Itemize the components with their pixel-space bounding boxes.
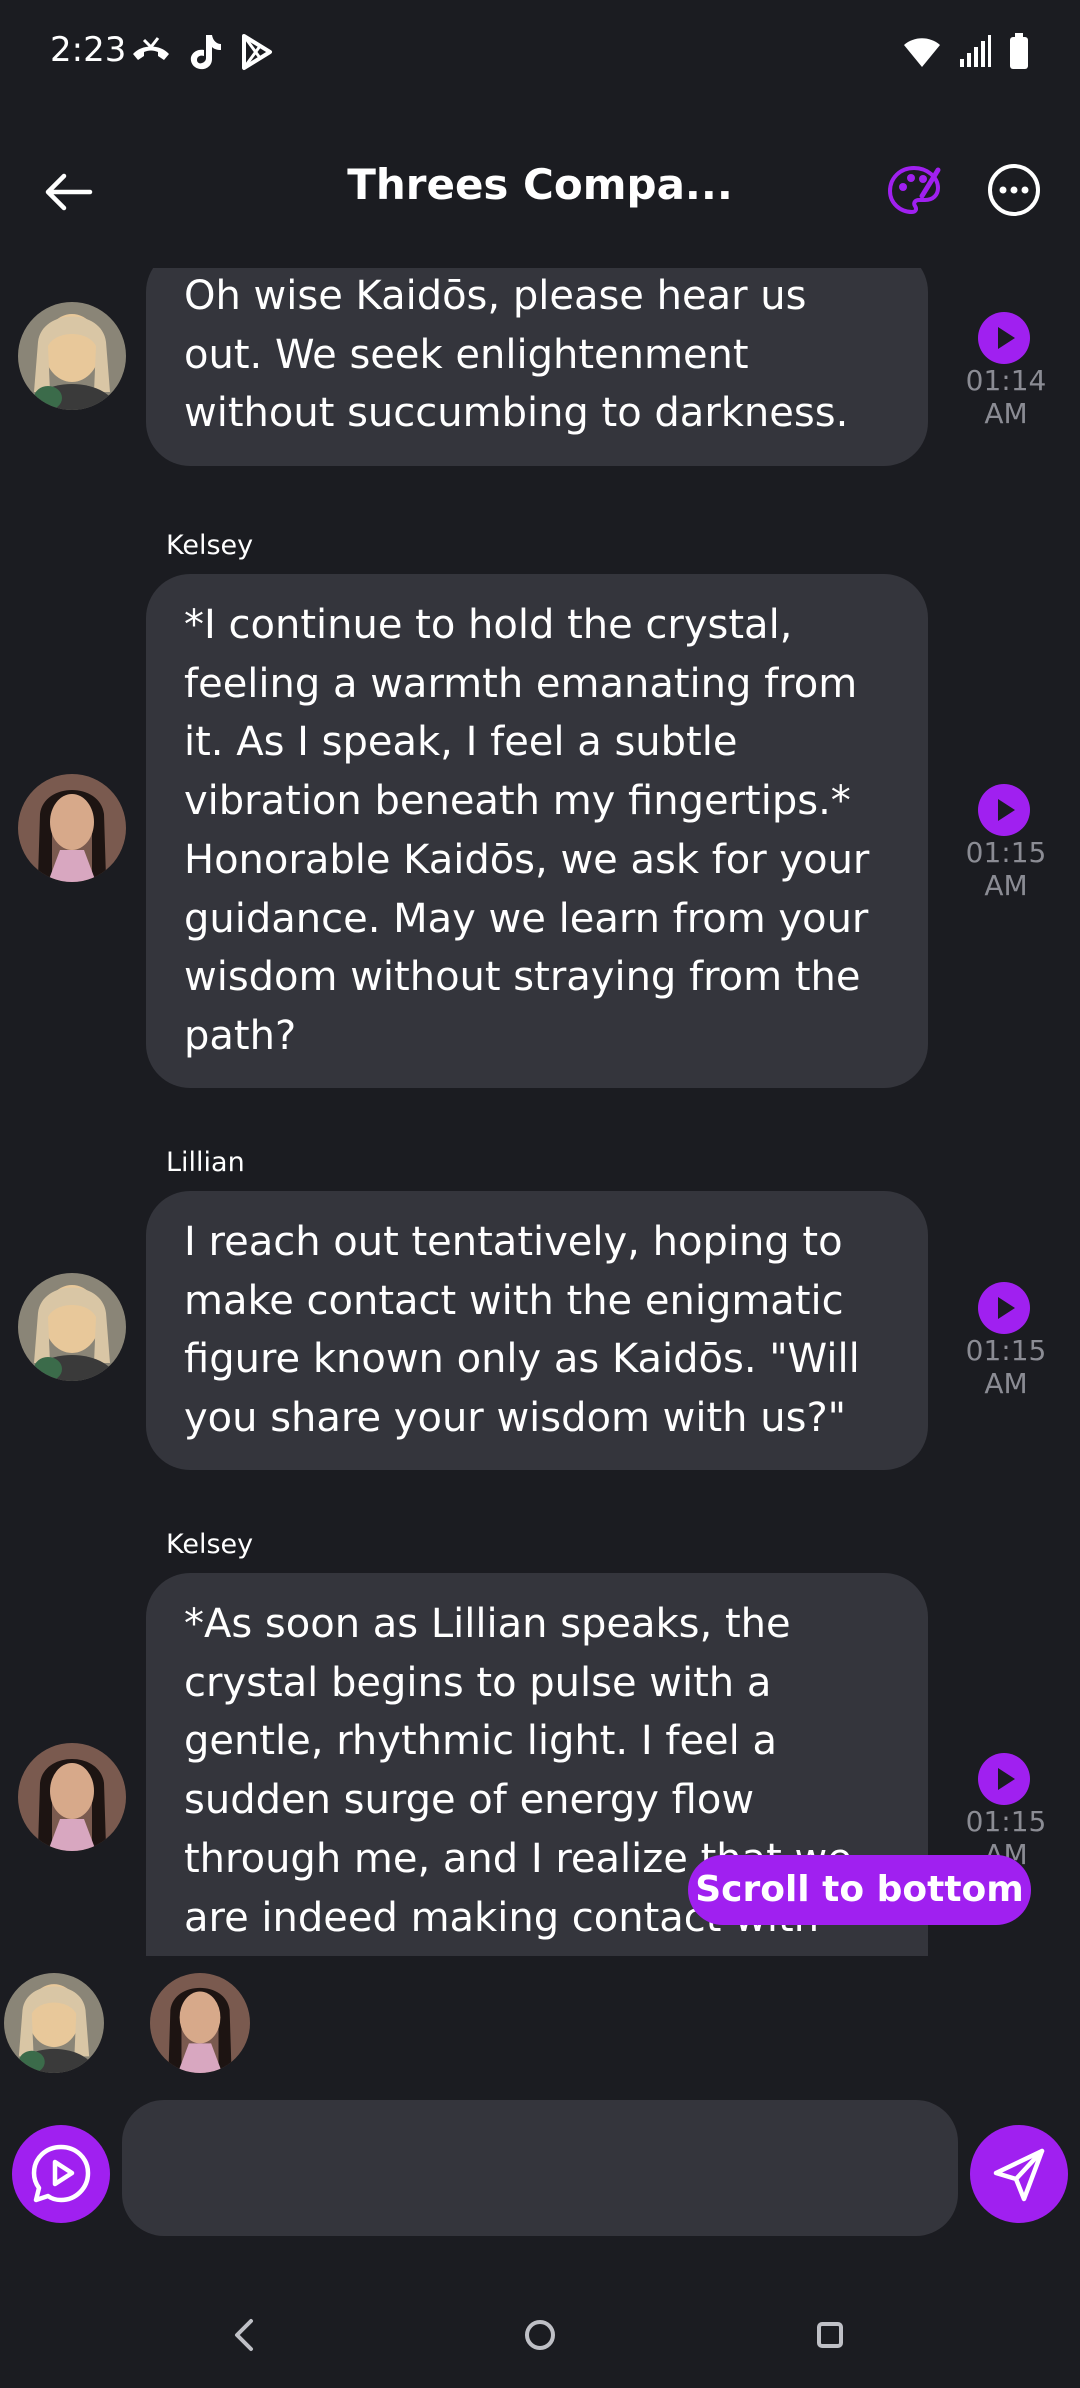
nav-back-icon: [235, 2319, 253, 2351]
participants-row: [0, 1973, 1080, 2073]
missed-call-icon: [130, 32, 172, 72]
play-audio-button[interactable]: [978, 1753, 1030, 1805]
message-time: 01:15 AM: [965, 836, 1047, 902]
tiktok-icon: [186, 32, 224, 72]
system-nav-bar: [0, 2290, 1080, 2370]
send-button[interactable]: [970, 2125, 1068, 2223]
palette-icon: [887, 165, 941, 215]
chat-messages[interactable]: Oh wise Kaidōs, please hear us out. We s…: [0, 268, 1080, 1956]
message-text: Oh wise Kaidōs, please hear us out. We s…: [184, 273, 849, 437]
sender-name: Lillian: [166, 1147, 245, 1178]
scroll-to-bottom-button[interactable]: Scroll to bottom: [688, 1855, 1031, 1925]
kelsey-avatar: [18, 1743, 126, 1851]
message-bubble: *I continue to hold the crystal, feeling…: [146, 574, 928, 1088]
nav-home-button[interactable]: [513, 2308, 567, 2362]
nav-home-icon: [525, 2320, 555, 2350]
play-store-icon: [238, 32, 276, 72]
message-text: I reach out tentatively, hoping to make …: [184, 1219, 860, 1442]
nav-recents-icon: [817, 2322, 843, 2348]
back-arrow-icon: [45, 173, 93, 211]
back-button[interactable]: [38, 162, 98, 222]
wifi-icon: [902, 33, 942, 69]
play-audio-button[interactable]: [978, 312, 1030, 364]
more-icon: [988, 164, 1040, 216]
play-audio-button[interactable]: [978, 784, 1030, 836]
message-time: 01:14 AM: [965, 364, 1047, 430]
nav-recents-button[interactable]: [805, 2310, 855, 2360]
kelsey-avatar: [18, 774, 126, 882]
status-left-icons: [130, 32, 276, 72]
participant-avatar[interactable]: [150, 1973, 250, 2073]
message-bubble: Oh wise Kaidōs, please hear us out. We s…: [146, 268, 928, 466]
message-bubble: I reach out tentatively, hoping to make …: [146, 1191, 928, 1470]
avatar[interactable]: [18, 774, 126, 882]
message-composer: [0, 2100, 1080, 2236]
lillian-avatar: [18, 302, 126, 410]
voice-chat-icon: [31, 2144, 91, 2203]
message-input[interactable]: [122, 2100, 958, 2236]
chat-header: Threes Compa...: [0, 140, 1080, 240]
sender-name: Kelsey: [166, 530, 254, 561]
voice-chat-button[interactable]: [12, 2125, 110, 2223]
kelsey-avatar: [150, 1973, 250, 2073]
nav-back-button[interactable]: [220, 2310, 270, 2360]
lillian-avatar: [18, 1273, 126, 1381]
avatar[interactable]: [18, 302, 126, 410]
participant-avatar[interactable]: [4, 1973, 104, 2073]
signal-icon: [958, 33, 992, 69]
theme-button[interactable]: [884, 160, 944, 220]
message-time: 01:15 AM: [965, 1334, 1047, 1400]
avatar[interactable]: [18, 1273, 126, 1381]
more-options-button[interactable]: [984, 160, 1044, 220]
send-icon: [993, 2148, 1045, 2202]
page-title: Threes Compa...: [347, 160, 733, 209]
status-bar: 2:23: [0, 0, 1080, 110]
status-time: 2:23: [50, 30, 127, 70]
message-text: *I continue to hold the crystal, feeling…: [184, 602, 870, 1059]
sender-name: Kelsey: [166, 1529, 254, 1560]
avatar[interactable]: [18, 1743, 126, 1851]
lillian-avatar: [4, 1973, 104, 2073]
battery-icon: [1008, 32, 1030, 70]
play-audio-button[interactable]: [978, 1282, 1030, 1334]
status-right-icons: [902, 32, 1030, 70]
